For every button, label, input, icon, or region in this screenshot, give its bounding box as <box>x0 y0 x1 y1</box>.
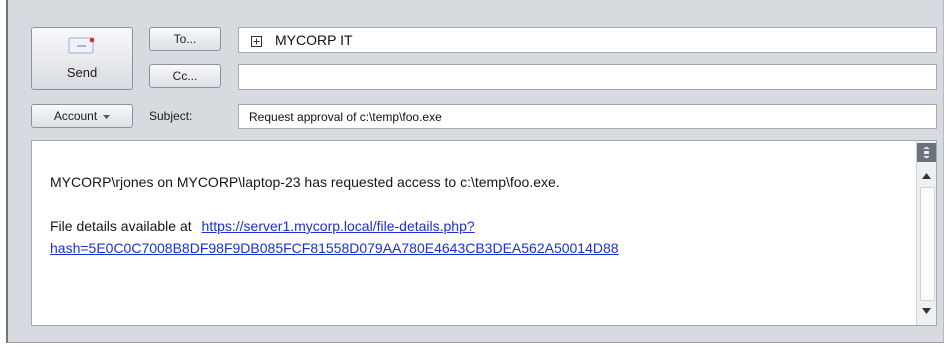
vertical-scrollbar[interactable] <box>916 141 936 325</box>
subject-field[interactable]: Request approval of c:\temp\foo.exe <box>238 104 937 129</box>
message-line-details: File details available at https://server… <box>50 215 910 237</box>
scroll-up-icon[interactable] <box>917 167 936 184</box>
details-prefix: File details available at <box>50 218 192 234</box>
expand-group-icon[interactable] <box>251 35 262 47</box>
subject-value: Request approval of c:\temp\foo.exe <box>249 109 442 124</box>
account-button-label: Account <box>53 109 98 123</box>
send-envelope-icon <box>68 36 96 55</box>
message-body[interactable]: MYCORP\rjones on MYCORP\laptop-23 has re… <box>31 140 937 326</box>
cc-button[interactable]: Cc... <box>149 64 221 88</box>
message-line-1: MYCORP\rjones on MYCORP\laptop-23 has re… <box>50 174 560 190</box>
cc-button-label: Cc... <box>172 69 198 83</box>
account-button[interactable]: Account <box>31 104 133 128</box>
file-details-link-part2[interactable]: hash=5E0C0C7008B8DF98F9DB085FCF81558D079… <box>50 240 619 256</box>
to-field[interactable]: MYCORP IT <box>238 27 937 53</box>
scrollbar-track[interactable] <box>920 187 935 301</box>
to-button[interactable]: To... <box>149 27 221 51</box>
scroll-down-icon[interactable] <box>917 302 936 319</box>
dropdown-arrow-icon <box>103 109 111 123</box>
subject-label: Subject: <box>149 109 193 123</box>
collapse-panel-icon[interactable] <box>917 143 936 162</box>
to-button-label: To... <box>173 32 197 46</box>
message-text: MYCORP\rjones on MYCORP\laptop-23 has re… <box>50 171 910 259</box>
file-details-link-part1[interactable]: https://server1.mycorp.local/file-detail… <box>202 218 475 234</box>
cc-field[interactable] <box>238 64 937 90</box>
send-label: Send <box>66 65 98 80</box>
send-button[interactable]: Send <box>31 27 133 90</box>
recipient-mycorp-it[interactable]: MYCORP IT <box>275 32 353 48</box>
